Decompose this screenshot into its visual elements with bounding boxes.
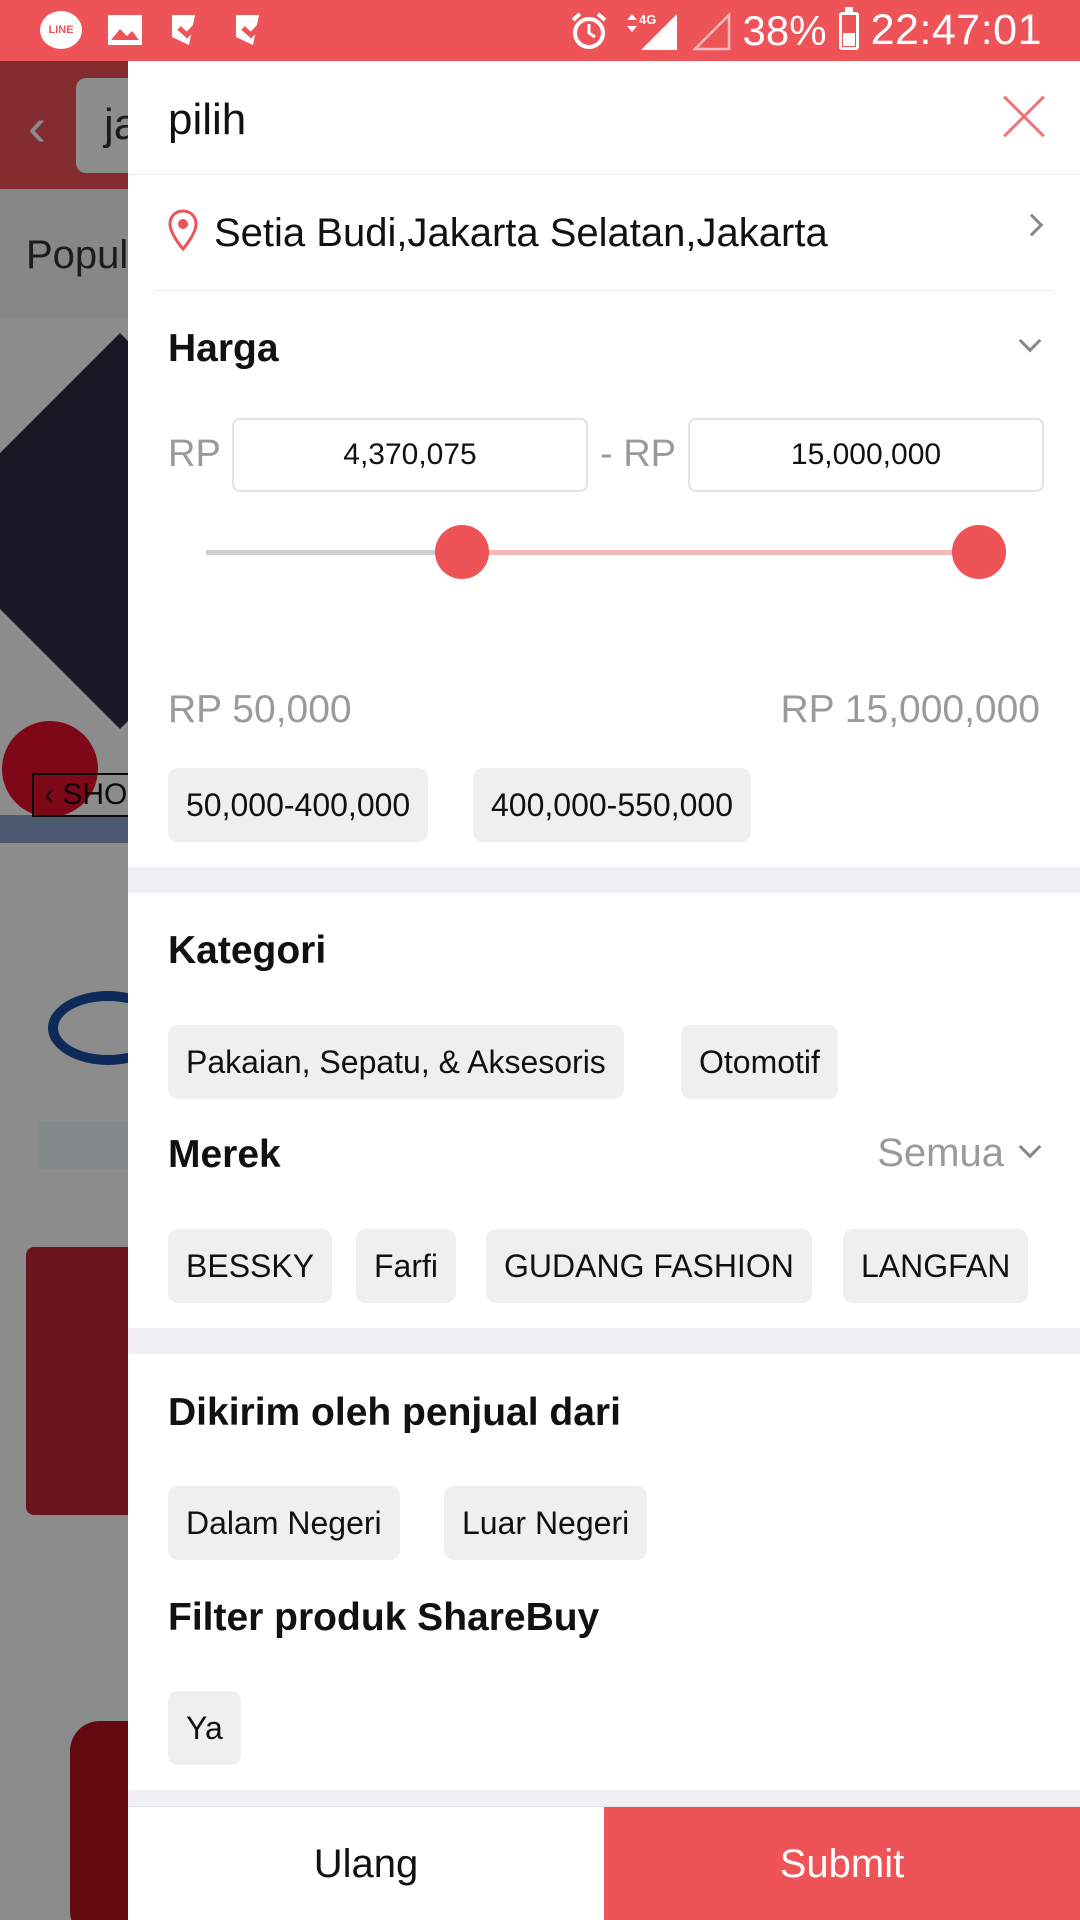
status-bar: LINE 4G 38% 22:47:01 [0,0,1080,61]
battery-icon [838,6,859,50]
location-pin-icon [168,209,198,251]
price-title: Harga [168,327,279,370]
signal-empty-icon [692,11,730,50]
location-row[interactable]: Setia Budi,Jakarta Selatan,Jakarta [154,175,1054,291]
currency-label: RP [168,433,221,475]
price-slider-fill [462,550,979,555]
brand-all-toggle[interactable]: Semua [877,1131,1004,1176]
battery-percent: 38% [742,6,827,54]
shipped-from-chip[interactable]: Dalam Negeri [168,1486,400,1560]
signal-icon: 4G [626,12,677,50]
location-text: Setia Budi,Jakarta Selatan,Jakarta [214,211,828,255]
shipped-from-chip[interactable]: Luar Negeri [444,1486,648,1560]
section-divider [128,867,1080,893]
chevron-down-icon[interactable] [1018,329,1042,353]
status-indicators: 4G 38% 22:47:01 [569,6,1042,55]
price-preset-chip[interactable]: 50,000-400,000 [168,768,429,842]
category-chip[interactable]: Otomotif [681,1025,838,1099]
drawer-header: pilih [128,61,1080,175]
image-icon [104,9,146,51]
close-icon[interactable] [1002,95,1046,139]
section-divider [128,1328,1080,1354]
svg-text:4G: 4G [639,12,656,27]
price-slider-min-thumb[interactable] [435,525,490,579]
currency-separator: - RP [600,433,676,475]
price-slider-max-thumb[interactable] [952,525,1006,579]
clock: 22:47:01 [870,6,1042,54]
reset-button[interactable]: Ulang [128,1807,604,1920]
alarm-icon [571,11,606,49]
brand-chip[interactable]: GUDANG FASHION [486,1229,812,1303]
brand-title: Merek [168,1133,281,1176]
category-title: Kategori [168,929,327,972]
price-min-input[interactable]: 4,370,075 [232,418,588,492]
price-max-input[interactable]: 15,000,000 [688,418,1044,492]
notification-icons: LINE [40,9,274,51]
drawer-title: pilih [168,95,247,144]
submit-button[interactable]: Submit [604,1807,1080,1920]
chevron-right-icon [1020,213,1044,237]
line-icon: LINE [40,9,82,51]
category-chip[interactable]: Pakaian, Sepatu, & Aksesoris [168,1025,624,1099]
task-icon [232,9,274,51]
sharebuy-title: Filter produk ShareBuy [168,1596,600,1639]
price-range-max: RP 15,000,000 [780,688,1041,731]
shipped-from-title: Dikirim oleh penjual dari [168,1391,621,1434]
filter-drawer: pilih Setia Budi,Jakarta Selatan,Jakarta… [128,61,1080,1920]
price-range-min: RP 50,000 [168,688,352,731]
brand-chip[interactable]: BESSKY [168,1229,333,1303]
sharebuy-chip[interactable]: Ya [168,1691,241,1765]
chevron-down-icon[interactable] [1018,1135,1042,1159]
brand-chip[interactable]: LANGFAN [843,1229,1029,1303]
drawer-footer: Ulang Submit [128,1806,1080,1920]
task-icon [168,9,210,51]
price-preset-chip[interactable]: 400,000-550,000 [473,768,751,842]
brand-chip[interactable]: Farfi [356,1229,456,1303]
